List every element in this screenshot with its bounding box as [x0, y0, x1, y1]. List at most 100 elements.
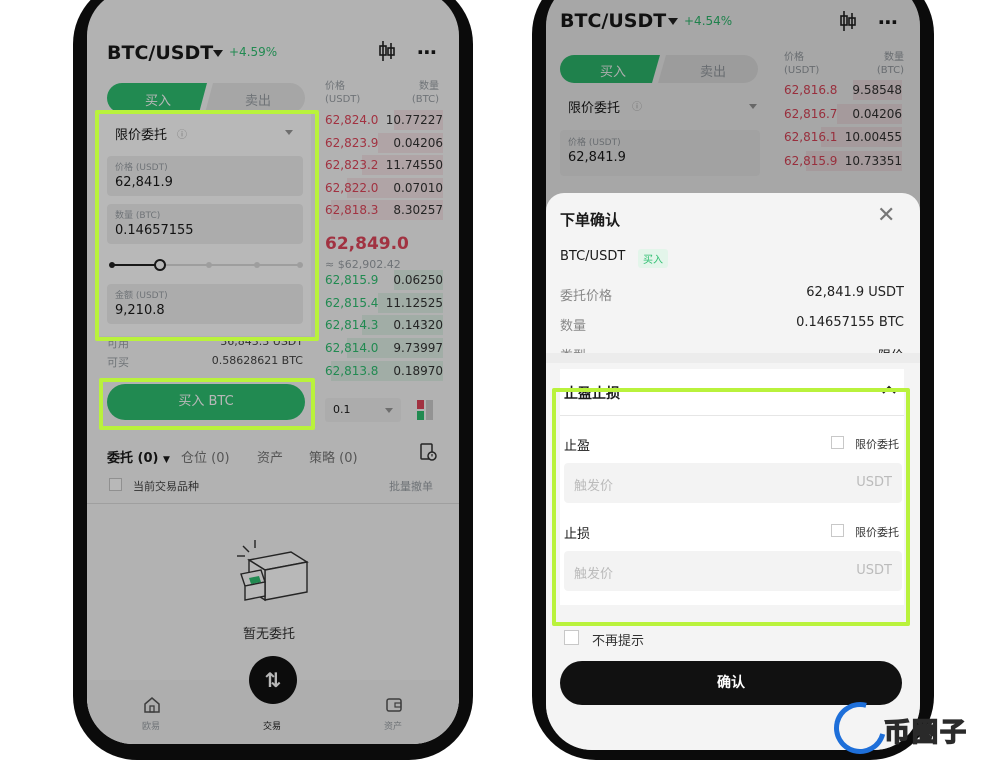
bid-row[interactable]: 62,815.4 11.12525 [321, 292, 443, 313]
bid-qty: 0.06250 [393, 273, 443, 287]
order-history-icon[interactable] [419, 442, 437, 462]
ask-qty: 10.77227 [385, 113, 443, 127]
ask-row[interactable]: 62,816.8 9.58548 [780, 80, 902, 100]
chevron-down-icon [385, 408, 393, 413]
ask-qty: 8.30257 [393, 203, 443, 217]
buy-tab-label: 买入 [145, 94, 172, 109]
ask-qty: 0.04206 [852, 106, 902, 121]
ask-qty: 11.74550 [385, 158, 443, 172]
bid-row[interactable]: 62,813.8 0.18970 [321, 360, 443, 381]
book-qty-header: 数量 (BTC) [411, 81, 439, 105]
bid-row[interactable]: 62,814.0 9.73997 [321, 338, 443, 359]
bid-row[interactable]: 62,814.3 0.14320 [321, 315, 443, 336]
sell-tab-label: 卖出 [700, 65, 727, 80]
ask-qty: 0.07010 [393, 180, 443, 195]
depth-view-icon[interactable] [417, 400, 433, 420]
bid-price: 62,814.3 [325, 318, 379, 333]
book-qty-header: 数量 (BTC) [876, 52, 904, 76]
book-price-header: 价格 (USDT) [784, 52, 820, 76]
book-price-header: 价格 (USDT) [325, 81, 361, 105]
sheet-row-label: 委托价格 [560, 289, 613, 304]
order-type-label[interactable]: 限价委托 [568, 97, 620, 116]
price-input-value: 62,841.9 [568, 150, 626, 165]
bid-price: 62,815.4 [325, 295, 379, 310]
home-icon[interactable] [143, 696, 161, 714]
price-input[interactable]: 价格 (USDT) 62,841.9 [560, 130, 760, 176]
ask-row[interactable]: 62,818.3 8.30257 [321, 200, 443, 220]
wallet-icon[interactable] [385, 696, 403, 714]
ask-price: 62,823.2 [325, 158, 379, 172]
divider [87, 503, 459, 504]
ask-price: 62,816.1 [784, 130, 838, 144]
bid-qty: 0.14320 [393, 318, 443, 333]
ask-price: 62,824.0 [325, 113, 379, 127]
bid-row[interactable]: 62,815.9 0.06250 [321, 270, 443, 290]
dont-show-again-checkbox[interactable] [564, 630, 579, 645]
depth-step-select[interactable]: 0.1 [325, 398, 401, 422]
ask-price: 62,816.7 [784, 106, 838, 121]
right-screen: BTC/USDT +4.54% ⋯ 买入 卖出 价格 (USDT) 数量 (BTC)… [546, 0, 920, 750]
confirm-button-label: 确认 [717, 675, 745, 691]
tab-strategies[interactable]: 策略 (0) [309, 447, 358, 466]
ask-qty: 9.58548 [852, 83, 902, 97]
form-highlight [95, 110, 319, 341]
trade-fab[interactable]: ⇅ [249, 656, 297, 704]
pair-dropdown-icon[interactable] [213, 50, 223, 57]
ask-row[interactable]: 62,816.7 0.04206 [780, 103, 902, 124]
candlestick-icon[interactable] [377, 40, 397, 62]
ask-row[interactable]: 62,815.9 10.73351 [780, 150, 902, 171]
can-buy-label: 可买 [107, 356, 129, 369]
sheet-divider [546, 353, 920, 363]
ask-row[interactable]: 62,816.1 10.00455 [780, 127, 902, 147]
candlestick-icon[interactable] [838, 10, 858, 32]
bid-qty: 11.12525 [385, 295, 443, 310]
sheet-title: 下单确认 [560, 211, 621, 229]
price-input-label: 价格 (USDT) [568, 138, 621, 148]
ask-row[interactable]: 62,823.9 0.04206 [321, 132, 443, 153]
depth-step-value: 0.1 [333, 403, 351, 416]
more-menu-icon[interactable]: ⋯ [878, 10, 898, 34]
pair-title[interactable]: BTC/USDT [560, 10, 666, 32]
can-buy-value: 0.58628621 BTC [211, 354, 303, 367]
chevron-down-icon[interactable] [749, 104, 757, 109]
more-menu-icon[interactable]: ⋯ [417, 40, 438, 64]
ask-price: 62,816.8 [784, 83, 838, 97]
nav-assets-label[interactable]: 资产 [384, 719, 402, 732]
sheet-row-label: 数量 [560, 319, 587, 334]
current-pair-checkbox[interactable] [109, 478, 122, 491]
bid-price: 62,813.8 [325, 363, 379, 378]
sheet-row-value: 62,841.9 USDT [806, 285, 904, 300]
confirm-button[interactable]: 确认 [560, 661, 902, 705]
pair-dropdown-icon[interactable] [668, 18, 678, 25]
change-percent: +4.54% [684, 14, 733, 28]
ask-row[interactable]: 62,824.0 10.77227 [321, 110, 443, 130]
empty-drawer-icon [237, 540, 309, 602]
pair-title[interactable]: BTC/USDT [107, 42, 213, 64]
tab-positions[interactable]: 仓位 (0) [181, 447, 230, 466]
ask-row[interactable]: 62,823.2 11.74550 [321, 155, 443, 175]
buy-tab-label: 买入 [600, 65, 627, 80]
nav-trade-label[interactable]: 交易 [263, 719, 281, 732]
ask-qty: 10.00455 [844, 130, 902, 144]
ask-row[interactable]: 62,822.0 0.07010 [321, 177, 443, 198]
right-phone: BTC/USDT +4.54% ⋯ 买入 卖出 价格 (USDT) 数量 (BTC)… [532, 0, 934, 760]
sell-tab-label: 卖出 [245, 94, 272, 109]
batch-cancel-link[interactable]: 批量撤单 [389, 478, 433, 494]
sheet-pair: BTC/USDT [560, 249, 626, 264]
ask-price: 62,823.9 [325, 135, 379, 150]
nav-home-label[interactable]: 欧易 [142, 719, 160, 732]
bid-price: 62,815.9 [325, 273, 379, 287]
dont-show-again-label: 不再提示 [592, 634, 645, 649]
tpsl-highlight [552, 388, 910, 626]
bid-price: 62,814.0 [325, 341, 379, 356]
close-icon[interactable]: ✕ [877, 203, 895, 228]
empty-text: 暂无委托 [243, 627, 296, 642]
info-icon: ⓘ [632, 102, 642, 113]
ask-price: 62,818.3 [325, 203, 379, 217]
tab-orders[interactable]: 委托 (0) ▼ [107, 447, 170, 466]
bid-qty: 9.73997 [393, 341, 443, 356]
tab-assets[interactable]: 资产 [257, 447, 283, 466]
watermark-text: 币圈子 [883, 717, 969, 749]
ask-price: 62,822.0 [325, 180, 379, 195]
last-price: 62,849.0 [325, 234, 409, 254]
